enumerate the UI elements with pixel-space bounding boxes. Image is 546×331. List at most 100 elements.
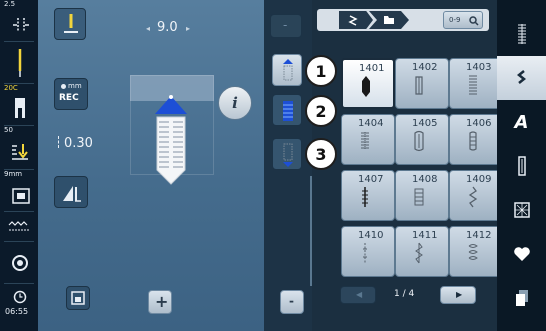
- tab-favorites[interactable]: [497, 232, 546, 276]
- stitch-pattern-icon: [469, 75, 477, 95]
- thread-tension-indicator[interactable]: 50: [2, 126, 36, 170]
- prev-arrow-icon: ◀: [356, 290, 363, 299]
- heart-icon: [513, 247, 530, 261]
- buttonhole-size-indicator[interactable]: 9mm: [2, 170, 36, 212]
- counter-display[interactable]: 0.30: [58, 136, 93, 151]
- zigzag-thread-icon: [8, 221, 29, 231]
- info-button[interactable]: i: [218, 86, 252, 120]
- stitch-pattern-icon: [362, 187, 368, 207]
- buttonhole-preview-icon: [155, 95, 187, 185]
- stitch-cell-1403[interactable]: 1403: [449, 58, 503, 109]
- callout-1: 1: [305, 55, 337, 87]
- stitch-cell-1408[interactable]: 1408: [395, 170, 449, 221]
- zigzag-tab-icon: [516, 70, 526, 84]
- needle-position-icon: [64, 14, 78, 33]
- tab-alphabets[interactable]: A: [497, 100, 546, 144]
- page-next-button[interactable]: ▶: [440, 286, 476, 304]
- counter-marker-icon: [58, 136, 60, 148]
- rec-label: REC: [59, 93, 79, 103]
- stitch-selection-panel: 0-9 1401 1402 1403 1404 1405 1406 1407 1408 1409…: [312, 0, 503, 331]
- stitch-view-button[interactable]: [66, 286, 90, 310]
- stitch-number: 1412: [466, 230, 492, 241]
- tab-buttonholes[interactable]: [497, 56, 546, 100]
- clock-indicator: 06:55: [2, 284, 36, 331]
- breadcrumb: 0-9: [317, 9, 489, 31]
- alphabet-icon: A: [514, 111, 529, 133]
- bobbin-indicator[interactable]: [2, 242, 36, 284]
- tab-personal-memory[interactable]: [497, 276, 546, 320]
- stitch-number: 1411: [412, 230, 438, 241]
- stitch-number: 1403: [466, 62, 492, 73]
- stitch-cell-1405[interactable]: 1405: [395, 114, 449, 165]
- buttonhole-mode-2-button[interactable]: [272, 94, 302, 126]
- stitch-pattern-icon: [414, 130, 424, 152]
- stitch-cell-1410[interactable]: 1410: [341, 226, 395, 277]
- stitch-length-increase[interactable]: ▸: [186, 24, 190, 33]
- breadcrumb-stitch[interactable]: [339, 11, 373, 29]
- stitch-cell-1412[interactable]: 1412: [449, 226, 503, 277]
- rec-button[interactable]: mm REC: [54, 78, 88, 110]
- category-tabs: A: [497, 0, 546, 331]
- tab-practical-stitches[interactable]: [497, 12, 546, 56]
- window-icon: [71, 291, 85, 305]
- thread-tension-value: 50: [4, 126, 13, 134]
- stitch-pattern-icon: [415, 242, 423, 264]
- search-icon: [469, 16, 479, 26]
- minus-icon: -: [289, 294, 294, 308]
- stitch-number: 1404: [358, 118, 384, 129]
- stitch-width-indicator[interactable]: 2.5: [2, 0, 36, 42]
- breadcrumb-folder[interactable]: [369, 11, 409, 29]
- stitch-pattern-icon: [468, 186, 478, 208]
- tab-decorative[interactable]: [497, 144, 546, 188]
- stitch-number: 1409: [466, 174, 492, 185]
- stitch-pattern-icon: [363, 243, 367, 263]
- strip-top-button[interactable]: -: [270, 14, 302, 38]
- stitch-cell-1404[interactable]: 1404: [341, 114, 395, 165]
- stitch-number: 1407: [358, 174, 384, 185]
- stitch-cell-1402[interactable]: 1402: [395, 58, 449, 109]
- stitch-pattern-icon: [362, 76, 370, 97]
- needle-indicator[interactable]: [2, 42, 36, 84]
- stitch-cell-1406[interactable]: 1406: [449, 114, 503, 165]
- buttonhole-size-label: 9mm: [4, 170, 23, 178]
- folder-icon: [384, 16, 394, 24]
- stitch-number: 1405: [412, 118, 438, 129]
- buttonhole-mode-1-button[interactable]: [272, 54, 302, 86]
- memory-icon: [515, 290, 528, 306]
- presser-foot-indicator[interactable]: 20C: [2, 84, 36, 126]
- tab-quilt[interactable]: [497, 188, 546, 232]
- presser-foot-icon: [15, 98, 25, 118]
- stitch-cell-1409[interactable]: 1409: [449, 170, 503, 221]
- minus-button[interactable]: -: [280, 290, 304, 314]
- next-arrow-icon: ▶: [456, 290, 463, 299]
- needle-plate-icon: [12, 188, 30, 204]
- bobbin-icon: [12, 255, 28, 271]
- strip-top-label: -: [283, 18, 288, 32]
- page-prev-button[interactable]: ◀: [340, 286, 376, 304]
- stitch-number: 1408: [412, 174, 438, 185]
- rec-dot-icon: [61, 84, 66, 89]
- stitch-number: 1406: [466, 118, 492, 129]
- stitch-cell-1401[interactable]: 1401: [341, 58, 395, 109]
- stitch-cell-1411[interactable]: 1411: [395, 226, 449, 277]
- stitch-pattern-icon: [414, 188, 424, 206]
- stitch-width-value: 2.5: [4, 0, 16, 8]
- page-indicator: 1 / 4: [394, 289, 415, 299]
- clock-time: 06:55: [5, 307, 29, 316]
- main-panel: ◂ 9.0 ▸ mm REC 0.30 i +: [38, 0, 264, 331]
- stitch-pattern-icon: [415, 76, 423, 95]
- feed-dog-icon: [12, 144, 28, 160]
- buttonhole-length-button[interactable]: [54, 176, 88, 208]
- stitch-mode-strip: - -: [264, 0, 312, 331]
- buttonhole-length-icon: [63, 186, 81, 202]
- stitch-length-decrease[interactable]: ◂: [146, 24, 150, 33]
- add-button[interactable]: +: [148, 290, 172, 314]
- stitch-number: 1402: [412, 62, 438, 73]
- stitch-cell-1407[interactable]: 1407: [341, 170, 395, 221]
- thread-indicator[interactable]: [2, 212, 36, 242]
- needle-position-button[interactable]: [54, 8, 86, 40]
- buttonhole-mode-3-button[interactable]: [272, 138, 302, 170]
- search-button[interactable]: 0-9: [443, 11, 483, 29]
- practical-stitch-icon: [517, 24, 526, 44]
- rec-mm-label: mm: [68, 82, 82, 90]
